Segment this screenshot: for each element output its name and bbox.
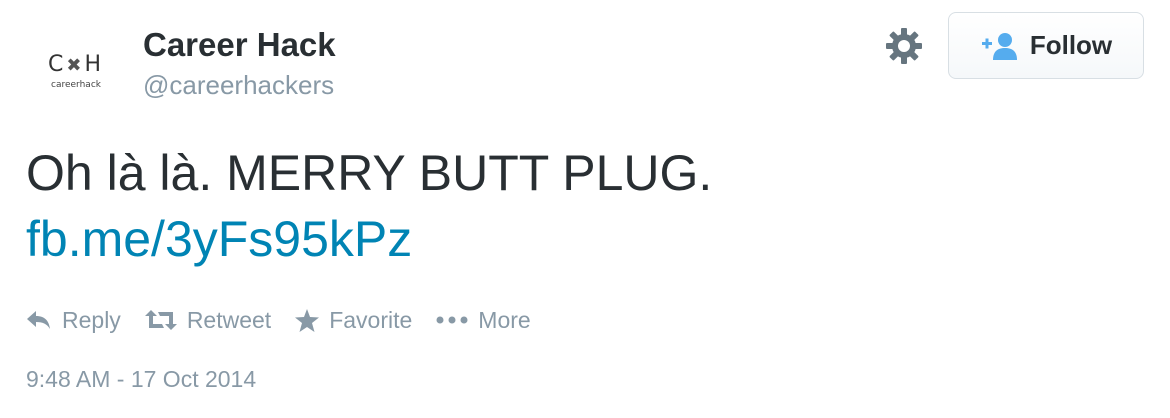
more-label: More <box>478 306 531 333</box>
tweet-actions: Reply Retweet Favorite More <box>26 300 555 340</box>
display-name[interactable]: Career Hack <box>143 26 336 64</box>
favorite-button[interactable]: Favorite <box>295 307 412 334</box>
reply-icon <box>27 311 50 329</box>
follow-button[interactable]: Follow <box>948 12 1144 79</box>
retweet-button[interactable]: Retweet <box>144 306 272 334</box>
gear-icon[interactable] <box>884 26 924 66</box>
tweet-timestamp[interactable]: 9:48 AM - 17 Oct 2014 <box>26 366 256 393</box>
tweet-link[interactable]: fb.me/3yFs95kPz <box>26 206 1126 272</box>
avatar-wordmark: careerhack <box>51 80 101 90</box>
tweet-card: C✖H careerhack Career Hack @careerhacker… <box>0 0 1170 418</box>
follow-label: Follow <box>1029 30 1113 60</box>
more-dots-icon <box>436 316 468 324</box>
star-icon <box>295 308 320 332</box>
tweet-text: Oh là là. MERRY BUTT PLUG. fb.me/3yFs95k… <box>26 140 1126 272</box>
more-button[interactable]: More <box>436 306 531 334</box>
avatar-mark-letter-c: C <box>47 52 67 77</box>
avatar-logo-mark: C✖H <box>48 54 104 76</box>
avatar-mark-cross: ✖ <box>66 55 85 76</box>
avatar[interactable]: C✖H careerhack <box>26 22 126 122</box>
reply-label: Reply <box>62 306 121 333</box>
add-user-icon <box>981 32 1017 60</box>
retweet-label: Retweet <box>186 306 272 333</box>
favorite-label: Favorite <box>329 306 413 333</box>
retweet-icon <box>144 310 177 330</box>
reply-button[interactable]: Reply <box>26 307 121 334</box>
user-handle[interactable]: @careerhackers <box>143 70 334 101</box>
tweet-body: Oh là là. MERRY BUTT PLUG. <box>26 145 713 201</box>
avatar-mark-letter-h: H <box>84 52 104 77</box>
